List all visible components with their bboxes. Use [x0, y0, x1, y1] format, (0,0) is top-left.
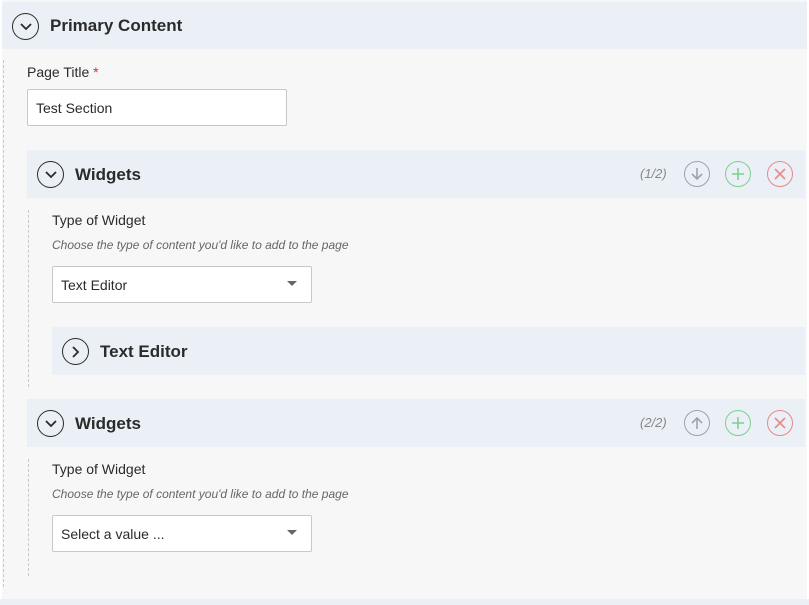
widget-2-help-text: Choose the type of content you'd like to… — [52, 487, 349, 501]
widget-1-type-label: Type of Widget — [52, 212, 146, 228]
caret-down-icon — [287, 530, 297, 535]
page-title-label: Page Title * — [27, 64, 99, 80]
widget-1-title: Widgets — [75, 165, 141, 184]
move-down-button[interactable] — [684, 161, 710, 187]
plus-icon — [732, 417, 744, 429]
collapse-widget-1-button[interactable] — [37, 161, 64, 188]
close-icon — [774, 417, 786, 429]
plus-icon — [732, 168, 744, 180]
chevron-right-icon — [71, 345, 79, 358]
close-icon — [774, 168, 786, 180]
move-up-button[interactable] — [684, 410, 710, 436]
chevron-down-icon — [19, 22, 32, 30]
widget-1-help-text: Choose the type of content you'd like to… — [52, 238, 349, 252]
chevron-down-icon — [44, 419, 57, 427]
add-widget-button[interactable] — [725, 410, 751, 436]
page-title-label-text: Page Title — [27, 64, 90, 80]
chevron-down-icon — [44, 170, 57, 178]
widget-2-indent-line — [28, 459, 29, 576]
primary-content-title: Primary Content — [50, 16, 183, 35]
primary-indent-line — [3, 60, 4, 587]
collapse-widget-2-button[interactable] — [37, 410, 64, 437]
widget-1-counter: (1/2) — [640, 166, 667, 181]
widget-2-type-select[interactable]: Select a value ... — [52, 515, 312, 552]
page-title-value: Test Section — [36, 99, 113, 116]
arrow-down-icon — [691, 168, 703, 181]
page-title-input[interactable]: Test Section — [27, 89, 287, 126]
text-editor-title: Text Editor — [100, 342, 188, 361]
widget-1-selected-value: Text Editor — [61, 276, 128, 293]
widget-2-counter: (2/2) — [640, 415, 667, 430]
add-widget-button[interactable] — [725, 161, 751, 187]
arrow-up-icon — [691, 416, 703, 429]
widget-2-selected-value: Select a value ... — [61, 525, 165, 542]
widget-2-title: Widgets — [75, 414, 141, 433]
required-marker: * — [93, 64, 99, 80]
widget-1-type-select[interactable]: Text Editor — [52, 266, 312, 303]
expand-text-editor-button[interactable] — [62, 338, 89, 365]
widget-2-type-label: Type of Widget — [52, 461, 146, 477]
widget-1-indent-line — [28, 210, 29, 387]
caret-down-icon — [287, 281, 297, 286]
remove-widget-button[interactable] — [767, 410, 793, 436]
collapse-primary-button[interactable] — [12, 13, 39, 40]
remove-widget-button[interactable] — [767, 161, 793, 187]
bottom-bar — [0, 599, 809, 605]
